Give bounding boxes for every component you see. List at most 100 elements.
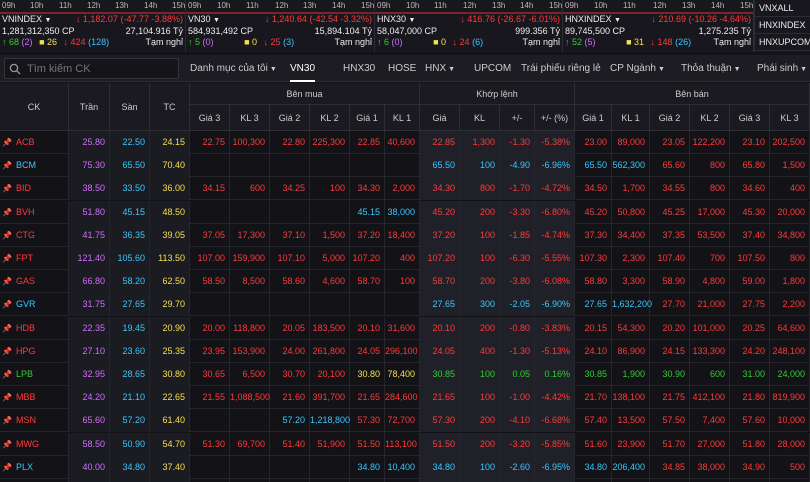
buy-cell <box>350 154 385 178</box>
sub-column-header[interactable]: Giá 3 <box>730 105 770 131</box>
table-row[interactable]: 📌 MWG 58.50 50.90 54.70 51.30 69,700 51.40 51,90… <box>0 432 810 456</box>
col-san[interactable]: Sàn <box>110 83 150 131</box>
sub-column-header[interactable]: KL 3 <box>770 105 810 131</box>
match-cell: -0.80 <box>500 316 535 340</box>
index-name: VN30 ▼ <box>188 14 220 24</box>
table-row[interactable]: 📌 BCM 75.30 65.50 70.40 65.50 100 -4.90 -6.96% 65… <box>0 154 810 178</box>
buy-cell: 118,800 <box>230 316 270 340</box>
table-row[interactable]: 📌 MSN 65.60 57.20 61.40 57.20 1,218,800 57.30 72… <box>0 409 810 433</box>
match-cell: -3.83% <box>535 316 575 340</box>
table-row[interactable]: 📌 LPB 32.95 28.65 30.80 30.65 6,500 30.70 20,100… <box>0 363 810 386</box>
buy-cell: 4,600 <box>310 270 350 294</box>
tab-vn30[interactable]: VN30 <box>290 55 316 82</box>
sub-column-header[interactable]: Giá 2 <box>650 105 690 131</box>
floor-price: 58.20 <box>110 270 150 294</box>
buy-cell <box>350 293 385 317</box>
sub-column-header[interactable]: KL 2 <box>690 105 730 131</box>
table-header: CK Trần Sàn TC Bên mua Khớp lệnh Bên bán… <box>0 83 810 131</box>
table-row[interactable]: 📌 MBB 24.20 21.10 22.65 21.55 1,088,500 21.60 39… <box>0 386 810 410</box>
index-block[interactable]: 09h 10h 11h 12h 13h 14h 15h HNXINDEX ▼ ↓ 210.6… <box>563 0 754 52</box>
search-box[interactable]: Tìm kiếm CK <box>4 58 179 79</box>
table-row[interactable]: 📌 BID 38.50 33.50 36.00 34.15 600 34.25 100 34.30… <box>0 177 810 201</box>
tab-th-a-thu-n[interactable]: Thỏa thuận ▼ <box>681 55 741 82</box>
reference-price: 48.50 <box>150 200 190 224</box>
buy-cell <box>230 154 270 178</box>
hour-label: 13h <box>303 1 317 10</box>
reference-price: 39.05 <box>150 223 190 247</box>
tab-hose[interactable]: HOSE <box>388 55 416 82</box>
index-list-item[interactable]: HNXUPCOMI <box>755 34 810 51</box>
table-row[interactable]: 📌 BVH 51.80 45.15 48.50 45.15 38,000 45.20 200 -3… <box>0 200 810 224</box>
reference-price: 61.40 <box>150 409 190 433</box>
buy-cell: 45.15 <box>350 200 385 224</box>
match-cell: 0.05 <box>500 363 535 386</box>
buy-cell: 8,500 <box>230 270 270 294</box>
col-ck[interactable]: CK <box>0 83 69 131</box>
sell-cell: 65.60 <box>650 154 690 178</box>
hour-label: 13h <box>115 1 129 10</box>
sub-column-header[interactable]: KL <box>460 105 500 131</box>
sell-cell: 122,200 <box>690 131 730 154</box>
table-row[interactable]: 📌 HPG 27.10 23.60 25.35 23.95 153,900 24.00 261,… <box>0 339 810 363</box>
floor-price: 36.35 <box>110 223 150 247</box>
tab-hnx[interactable]: HNX ▼ <box>425 55 455 82</box>
sub-column-header[interactable]: Giá <box>420 105 460 131</box>
sell-cell: 10,000 <box>770 409 810 433</box>
table-row[interactable]: 📌 GVR 31.75 27.65 29.70 27.65 300 -2.05 -6.90% 27… <box>0 293 810 317</box>
buy-cell <box>230 293 270 317</box>
chevron-down-icon[interactable]: ▼ <box>213 17 220 24</box>
buy-cell <box>385 154 420 178</box>
sub-column-header[interactable]: KL 1 <box>612 105 650 131</box>
tab-tr-i-phi-u-ri-ng-l-[interactable]: Trái phiếu riêng lẻ <box>521 55 601 82</box>
index-list-item[interactable]: VNXALL <box>755 0 810 17</box>
chevron-down-icon[interactable]: ▼ <box>614 17 621 24</box>
index-volume: 89,745,500 CP <box>565 26 626 36</box>
chevron-down-icon[interactable]: ▼ <box>409 17 416 24</box>
tab-upcom[interactable]: UPCOM <box>474 55 511 82</box>
sub-column-header[interactable]: KL 2 <box>310 105 350 131</box>
buy-cell: 51.50 <box>350 432 385 456</box>
match-cell: 200 <box>460 316 500 340</box>
sub-column-header[interactable]: Giá 1 <box>350 105 385 131</box>
tab-cp-ng-nh[interactable]: CP Ngành ▼ <box>610 55 665 82</box>
sub-column-header[interactable]: KL 3 <box>230 105 270 131</box>
sub-column-header[interactable]: Giá 1 <box>575 105 612 131</box>
index-list-item[interactable]: HNXINDEX <box>755 17 810 34</box>
ceiling-price: 38.50 <box>69 177 110 201</box>
col-tc[interactable]: TC <box>150 83 190 131</box>
chevron-down-icon[interactable]: ▼ <box>45 17 52 24</box>
search-input[interactable]: Tìm kiếm CK <box>27 63 91 75</box>
tab-hnx30[interactable]: HNX30 <box>343 55 375 82</box>
sub-column-header[interactable]: Giá 3 <box>190 105 230 131</box>
table-row[interactable]: 📌 GAS 66.80 58.20 62.50 58.50 8,500 58.60 4,600 5… <box>0 270 810 294</box>
match-cell: 57.30 <box>420 409 460 433</box>
tab-danh-m-c-c-a-t-i[interactable]: Danh mục của tôi ▼ <box>190 55 277 82</box>
buy-cell <box>190 293 230 317</box>
table-row[interactable]: 📌 FPT 121.40 105.60 113.50 107.00 159,900 107.1… <box>0 247 810 270</box>
sell-cell: 57.60 <box>730 409 770 433</box>
sell-cell: 51.70 <box>650 432 690 456</box>
index-block[interactable]: 09h 10h 11h 12h 13h 14h 15h VN30 ▼ ↓ 1,240.64 … <box>186 0 375 52</box>
buy-cell: 20.00 <box>190 316 230 340</box>
sub-column-header[interactable]: +/- <box>500 105 535 131</box>
sub-column-header[interactable]: +/- (%) <box>535 105 575 131</box>
col-tran[interactable]: Trần <box>69 83 110 131</box>
table-row[interactable]: 📌 CTG 41.75 36.35 39.05 37.05 17,300 37.10 1,500… <box>0 223 810 247</box>
buy-cell <box>310 154 350 178</box>
index-list[interactable]: VNXALL HNXINDEX HNXUPCOMI <box>754 0 810 52</box>
buy-cell: 107.00 <box>190 247 230 270</box>
index-block[interactable]: 09h 10h 11h 12h 13h 14h 15h VNINDEX ▼ ↓ 1,182.… <box>0 0 186 52</box>
table-row[interactable]: 📌 ACB 25.80 22.50 24.15 22.75 100,300 22.80 225,… <box>0 131 810 154</box>
table-row[interactable]: 📌 HDB 22.35 19.45 20.90 20.00 118,800 20.05 183,… <box>0 316 810 340</box>
match-cell: 58.70 <box>420 270 460 294</box>
sub-column-header[interactable]: KL 1 <box>385 105 420 131</box>
sub-column-header[interactable]: Giá 2 <box>270 105 310 131</box>
tab-ph-i-sinh[interactable]: Phái sinh ▼ <box>757 55 807 82</box>
index-status: Tạm nghỉ <box>145 37 183 47</box>
buy-cell <box>230 200 270 224</box>
table-row[interactable]: 📌 PLX 40.00 34.80 37.40 34.80 10,400 34.80 100 -2… <box>0 455 810 479</box>
hour-label: 12h <box>275 1 289 10</box>
buy-cell: 225,300 <box>310 131 350 154</box>
buy-cell: 23.95 <box>190 339 230 363</box>
index-block[interactable]: 09h 10h 11h 12h 13h 14h 15h HNX30 ▼ ↓ 416.76 (… <box>375 0 563 52</box>
